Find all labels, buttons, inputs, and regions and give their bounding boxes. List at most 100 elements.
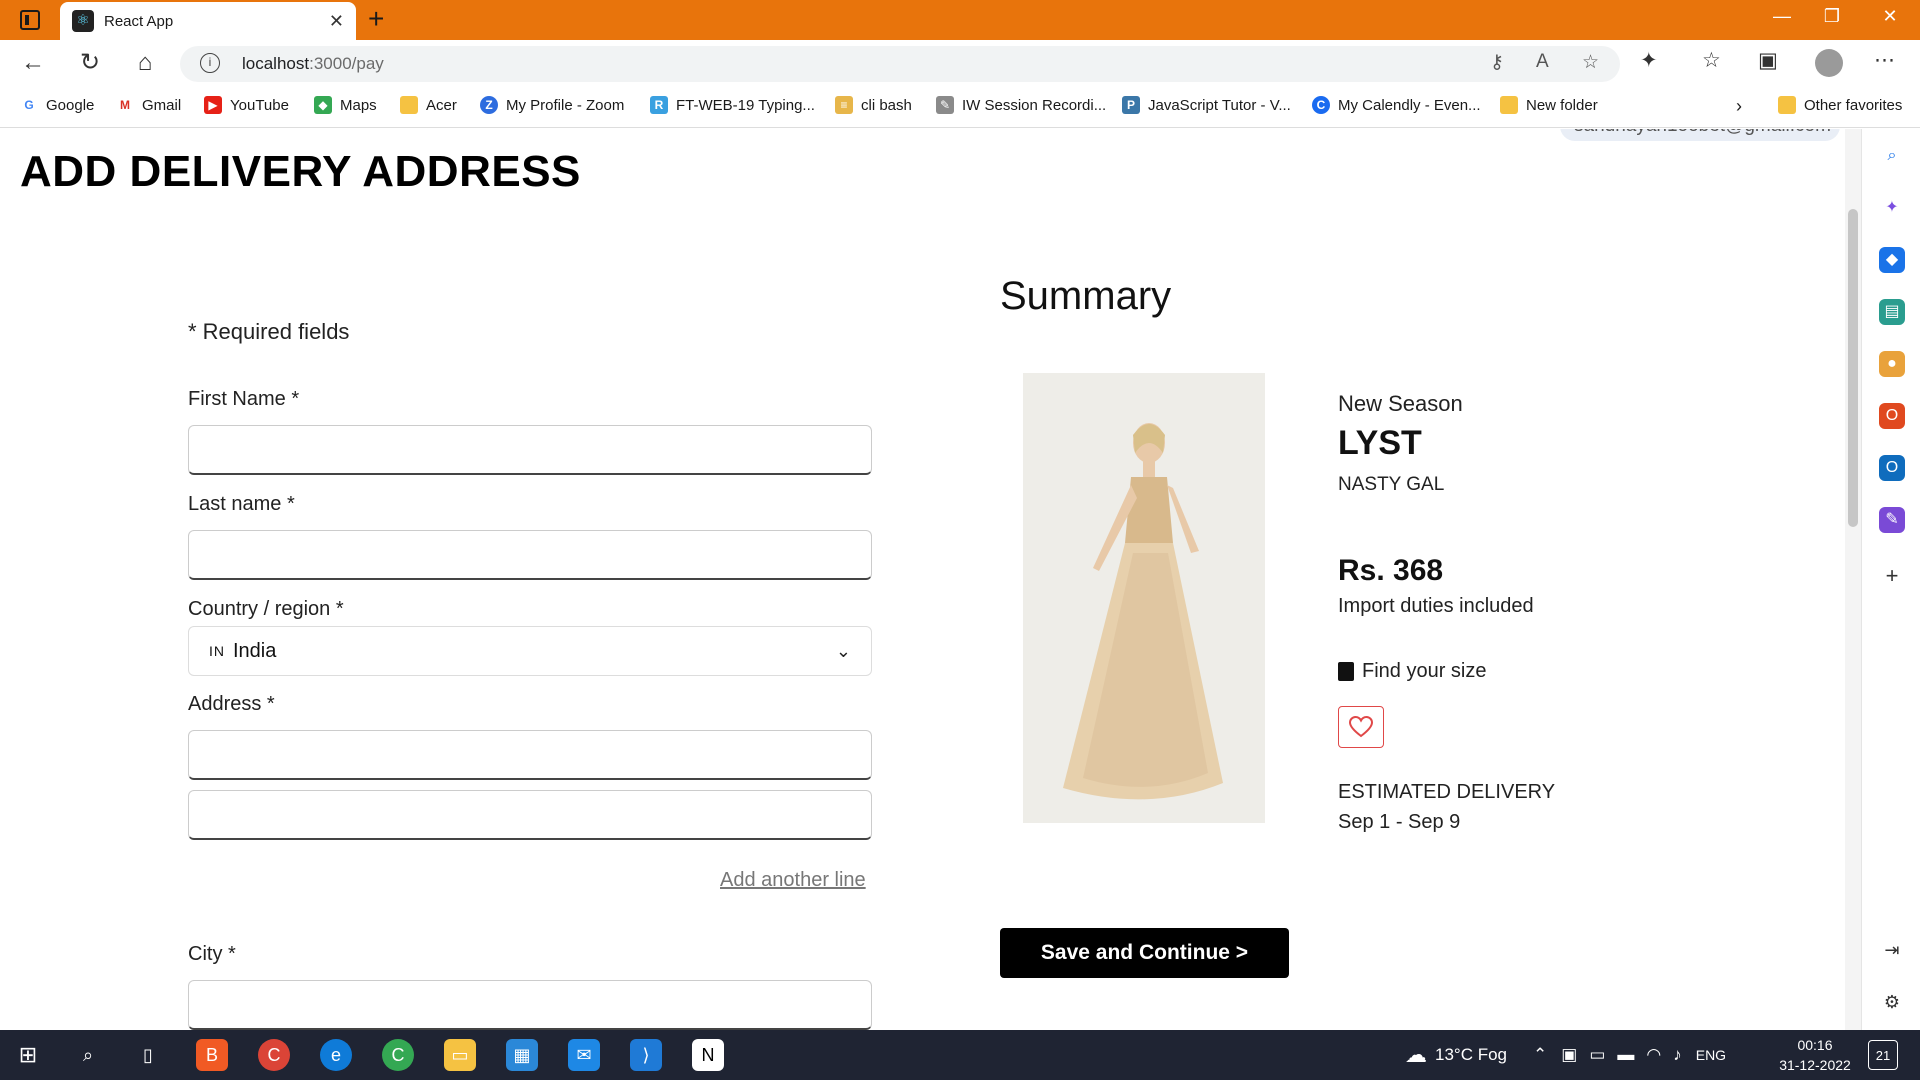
mail-icon[interactable]: ✉ xyxy=(568,1039,600,1071)
games-icon[interactable]: ● xyxy=(1879,351,1905,377)
edge-icon[interactable]: e xyxy=(320,1039,352,1071)
clock[interactable]: 00:16 31-12-2022 xyxy=(1760,1035,1870,1075)
chrome-profile-icon[interactable]: C xyxy=(258,1039,290,1071)
new-tab-button[interactable]: + xyxy=(368,4,384,34)
sidebar-layout-icon[interactable]: ⇥ xyxy=(1879,937,1905,963)
scrollbar-thumb[interactable] xyxy=(1848,209,1858,527)
add-another-line-link[interactable]: Add another line xyxy=(720,869,866,892)
bookmark-cli-bash[interactable]: ≡ cli bash xyxy=(835,96,912,114)
url-path: :3000/pay xyxy=(309,54,384,73)
bookmark-typing[interactable]: R FT-WEB-19 Typing... xyxy=(650,96,815,114)
close-window-icon[interactable]: ✕ xyxy=(1870,6,1910,27)
chrome-icon[interactable]: C xyxy=(382,1039,414,1071)
find-your-size-link[interactable]: Find your size xyxy=(1338,660,1487,683)
bookmark-label: Acer xyxy=(426,96,457,114)
bookmark-maps[interactable]: ◆ Maps xyxy=(314,96,377,114)
save-and-continue-button[interactable]: Save and Continue > xyxy=(1000,928,1289,978)
minimize-icon[interactable]: — xyxy=(1762,6,1802,27)
url-text[interactable]: localhost:3000/pay xyxy=(242,54,384,74)
tools-icon[interactable]: ▤ xyxy=(1879,299,1905,325)
bookmark-other-favorites[interactable]: Other favorites xyxy=(1778,96,1902,114)
country-label: Country / region * xyxy=(188,598,344,620)
bookmark-acer[interactable]: Acer xyxy=(400,96,457,114)
read-aloud-icon[interactable]: A xyxy=(1536,51,1549,73)
clock-time: 00:16 xyxy=(1797,1037,1833,1053)
product-name: NASTY GAL xyxy=(1338,474,1445,495)
favorites-icon[interactable]: ☆ xyxy=(1702,48,1721,73)
address-bar[interactable]: i localhost:3000/pay ⚷ A ☆ xyxy=(180,46,1620,82)
heart-icon xyxy=(1349,716,1373,738)
bookmark-label: My Profile - Zoom xyxy=(506,96,625,114)
volume-icon[interactable]: ♪ xyxy=(1673,1045,1682,1065)
tray-overflow-icon[interactable]: ⌃ xyxy=(1533,1045,1547,1065)
wifi-icon[interactable]: ◠ xyxy=(1646,1045,1661,1065)
task-view-icon[interactable]: ▯ xyxy=(132,1039,164,1071)
more-options-icon[interactable]: ⋯ xyxy=(1874,48,1895,73)
brave-icon[interactable]: B xyxy=(196,1039,228,1071)
browser-tab[interactable]: ⚛ React App ✕ xyxy=(60,2,356,40)
bookmark-google[interactable]: G Google xyxy=(20,96,94,114)
react-favicon-icon: ⚛ xyxy=(72,10,94,32)
url-host: localhost xyxy=(242,54,310,73)
battery-icon[interactable]: ▬ xyxy=(1617,1045,1634,1065)
meet-now-icon[interactable]: ▣ xyxy=(1561,1045,1577,1065)
language-indicator[interactable]: ENG xyxy=(1696,1047,1726,1063)
bookmark-gmail[interactable]: M Gmail xyxy=(116,96,181,114)
product-image xyxy=(1023,373,1265,823)
add-sidebar-app-icon[interactable]: + xyxy=(1879,563,1905,589)
reload-icon[interactable]: ↻ xyxy=(75,48,105,78)
notion-icon[interactable]: N xyxy=(692,1039,724,1071)
taskbar-search-icon[interactable]: ⌕ xyxy=(72,1039,104,1071)
bookmark-iw-session[interactable]: ✎ IW Session Recordi... xyxy=(936,96,1106,114)
folder-icon xyxy=(400,96,418,114)
site-info-icon[interactable]: i xyxy=(200,53,220,73)
bookmarks-overflow-icon[interactable]: › xyxy=(1736,96,1742,117)
extensions-icon[interactable]: ✦ xyxy=(1640,48,1658,73)
restore-icon[interactable]: ❐ xyxy=(1812,6,1852,27)
outlook-icon[interactable]: O xyxy=(1879,455,1905,481)
bookmark-calendly[interactable]: C My Calendly - Even... xyxy=(1312,96,1481,114)
sidebar-settings-icon[interactable]: ⚙ xyxy=(1879,989,1905,1015)
microsoft-store-icon[interactable]: ▦ xyxy=(506,1039,538,1071)
designer-icon[interactable]: ✎ xyxy=(1879,507,1905,533)
notifications-badge[interactable]: 21 xyxy=(1868,1040,1898,1070)
search-icon[interactable]: ⌕ xyxy=(1879,143,1905,169)
bookmark-new-folder[interactable]: New folder xyxy=(1500,96,1598,114)
address-line-1-input[interactable] xyxy=(188,730,872,780)
page-content: sandhayan1oobet@gmail.com ADD DELIVERY A… xyxy=(0,129,1845,1030)
display-icon[interactable]: ▭ xyxy=(1589,1045,1605,1065)
bookmark-youtube[interactable]: ▶ YouTube xyxy=(204,96,289,114)
collections-icon[interactable]: ▣ xyxy=(1758,48,1778,73)
home-icon[interactable]: ⌂ xyxy=(130,48,160,78)
size-guide-icon xyxy=(1338,662,1354,681)
first-name-input[interactable] xyxy=(188,425,872,475)
bookmark-zoom[interactable]: Z My Profile - Zoom xyxy=(480,96,624,114)
profile-avatar[interactable] xyxy=(1815,49,1843,77)
estimated-delivery-dates: Sep 1 - Sep 9 xyxy=(1338,811,1461,833)
country-select[interactable]: IN India ⌄ xyxy=(188,626,872,676)
bookmark-js-tutor[interactable]: P JavaScript Tutor - V... xyxy=(1122,96,1291,114)
page-scrollbar[interactable] xyxy=(1845,129,1861,1030)
country-value: India xyxy=(233,639,277,662)
window-menu-icon[interactable] xyxy=(20,10,40,30)
wishlist-button[interactable] xyxy=(1338,706,1384,748)
notes-icon: ≡ xyxy=(835,96,853,114)
back-icon[interactable]: ← xyxy=(18,48,48,78)
user-email-badge[interactable]: sandhayan1oobet@gmail.com xyxy=(1560,129,1840,141)
tab-close-icon[interactable]: ✕ xyxy=(329,11,344,32)
summary-title: Summary xyxy=(1000,274,1172,318)
office-icon[interactable]: O xyxy=(1879,403,1905,429)
file-explorer-icon[interactable]: ▭ xyxy=(444,1039,476,1071)
city-input[interactable] xyxy=(188,980,872,1030)
bookmark-label: Google xyxy=(46,96,95,114)
windows-start-icon[interactable]: ⊞ xyxy=(12,1039,44,1071)
add-favorite-icon[interactable]: ☆ xyxy=(1582,51,1599,74)
gmail-icon: M xyxy=(120,98,130,112)
weather-text[interactable]: 13°C Fog xyxy=(1435,1045,1507,1065)
key-icon[interactable]: ⚷ xyxy=(1490,51,1504,74)
vscode-icon[interactable]: ⟩ xyxy=(630,1039,662,1071)
copilot-icon[interactable]: ✦ xyxy=(1879,195,1905,221)
last-name-input[interactable] xyxy=(188,530,872,580)
address-line-2-input[interactable] xyxy=(188,790,872,840)
shopping-icon[interactable]: ◆ xyxy=(1879,247,1905,273)
